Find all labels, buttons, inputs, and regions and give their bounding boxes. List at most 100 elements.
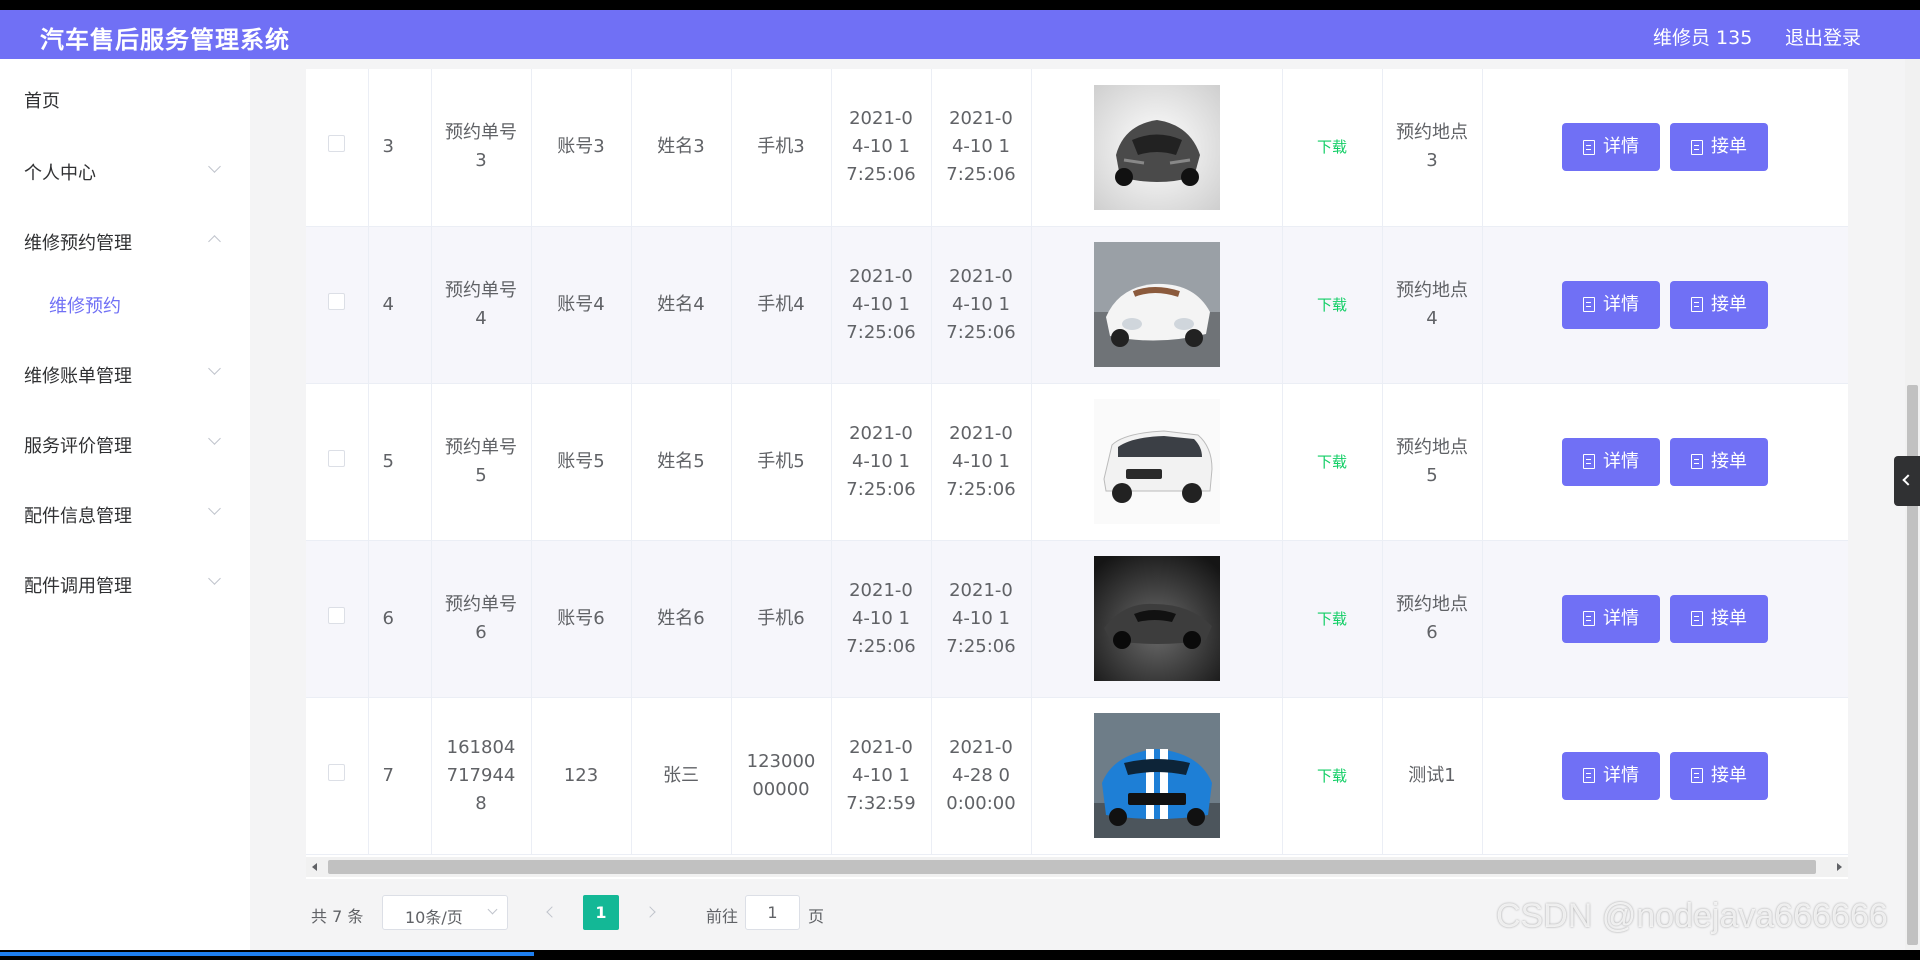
sidebar-item-personal-center[interactable]: 个人中心 — [24, 159, 96, 185]
scroll-right-icon[interactable] — [1837, 863, 1842, 871]
accept-order-button[interactable]: 接单 — [1670, 123, 1768, 172]
document-icon — [1583, 611, 1595, 626]
page-unit-label: 页 — [808, 907, 825, 926]
detail-button[interactable]: 详情 — [1562, 594, 1660, 643]
cell-phone: 手机4 — [731, 226, 832, 384]
cell-time-booked: 2021-04-28 00:00:00 — [931, 697, 1032, 855]
detail-button-label: 详情 — [1603, 450, 1639, 472]
detail-button-label: 详情 — [1603, 293, 1639, 315]
cell-name: 姓名6 — [631, 540, 732, 698]
cell-phone: 手机5 — [731, 383, 832, 541]
cell-image — [1031, 226, 1283, 384]
row-checkbox[interactable] — [328, 292, 346, 310]
sidebar-subitem-repair-booking[interactable]: 维修预约 — [49, 292, 121, 318]
car-image — [1093, 84, 1220, 210]
current-user: 维修员 135 — [1653, 27, 1753, 49]
cell-account: 123 — [531, 697, 632, 855]
horizontal-scrollbar[interactable] — [306, 857, 1848, 877]
detail-button[interactable]: 详情 — [1562, 123, 1660, 172]
row-checkbox[interactable] — [328, 449, 346, 467]
car-image — [1093, 713, 1220, 838]
table-row: 7 1618047179448 123 张三 12300000000 2021-04-10… — [306, 697, 1848, 855]
accept-button-label: 接单 — [1711, 293, 1747, 315]
download-link[interactable]: 下载 — [1317, 138, 1347, 156]
sidebar-item-parts-info-mgmt[interactable]: 配件信息管理 — [24, 502, 132, 528]
cell-image — [1031, 540, 1283, 698]
sidebar-item-service-review-mgmt[interactable]: 服务评价管理 — [24, 432, 132, 458]
accept-button-label: 接单 — [1711, 450, 1747, 472]
car-image — [1093, 556, 1220, 681]
main-content: 3 预约单号3 账号3 姓名3 手机3 2021-04-10 17:25:06 2021-0… — [280, 59, 1848, 950]
cell-location: 预约地点4 — [1382, 226, 1483, 384]
page-size-select[interactable]: 10条/页 — [382, 895, 508, 930]
cell-name: 姓名4 — [631, 226, 732, 384]
download-link[interactable]: 下载 — [1317, 610, 1347, 628]
cell-index: 4 — [368, 226, 432, 384]
detail-button-label: 详情 — [1603, 136, 1639, 158]
app-title: 汽车售后服务管理系统 — [40, 26, 290, 54]
row-checkbox[interactable] — [328, 135, 346, 153]
cell-name: 姓名5 — [631, 383, 732, 541]
page-size-value: 10条/页 — [405, 908, 463, 927]
cell-actions: 详情 接单 — [1482, 540, 1848, 698]
chevron-right-icon — [644, 906, 656, 918]
accept-order-button[interactable]: 接单 — [1670, 437, 1768, 486]
sidebar: 首页 个人中心 维修预约管理 维修预约 维修账单管理 服务评价管理 配件信息管理… — [0, 59, 250, 950]
scrollbar-thumb[interactable] — [328, 860, 1816, 874]
cell-actions: 详情 接单 — [1482, 697, 1848, 855]
detail-button-label: 详情 — [1603, 607, 1639, 629]
document-icon — [1583, 454, 1595, 469]
detail-button[interactable]: 详情 — [1562, 280, 1660, 329]
accept-order-button[interactable]: 接单 — [1670, 280, 1768, 329]
chevron-down-icon — [208, 432, 221, 445]
car-image — [1093, 399, 1220, 524]
download-link[interactable]: 下载 — [1317, 296, 1347, 314]
cell-index: 7 — [368, 697, 432, 855]
next-page-button[interactable] — [634, 895, 670, 930]
cell-index: 6 — [368, 540, 432, 698]
side-panel-toggle[interactable] — [1894, 456, 1920, 506]
sidebar-item-repair-bill-mgmt[interactable]: 维修账单管理 — [24, 362, 132, 388]
sidebar-item-parts-dispatch-mgmt[interactable]: 配件调用管理 — [24, 572, 132, 598]
watermark: CSDN @nodejava666666 — [1496, 897, 1888, 935]
prev-page-button[interactable] — [532, 895, 568, 930]
cell-index: 3 — [368, 69, 432, 227]
detail-button[interactable]: 详情 — [1562, 751, 1660, 800]
chevron-down-icon — [487, 904, 498, 915]
cell-actions: 详情 接单 — [1482, 226, 1848, 384]
cell-time-booked: 2021-04-10 17:25:06 — [931, 69, 1032, 227]
detail-button[interactable]: 详情 — [1562, 437, 1660, 486]
cell-location: 预约地点5 — [1382, 383, 1483, 541]
detail-button-label: 详情 — [1603, 764, 1639, 786]
accept-order-button[interactable]: 接单 — [1670, 751, 1768, 800]
cell-time-submitted: 2021-04-10 17:25:06 — [831, 69, 932, 227]
cell-phone: 手机6 — [731, 540, 832, 698]
cell-download: 下载 — [1282, 697, 1383, 855]
table-row: 6 预约单号6 账号6 姓名6 手机6 2021-04-10 17:25:06 2021-0… — [306, 540, 1848, 698]
cell-order-no: 1618047179448 — [431, 697, 532, 855]
logout-link[interactable]: 退出登录 — [1785, 23, 1861, 50]
chevron-left-icon — [1902, 474, 1914, 486]
goto-page-input[interactable]: 1 — [745, 895, 800, 930]
download-link[interactable]: 下载 — [1317, 453, 1347, 471]
cell-download: 下载 — [1282, 226, 1383, 384]
document-icon — [1691, 297, 1703, 312]
cell-time-submitted: 2021-04-10 17:25:06 — [831, 540, 932, 698]
cell-time-booked: 2021-04-10 17:25:06 — [931, 540, 1032, 698]
app-window: 汽车售后服务管理系统 维修员 135 退出登录 首页 个人中心 维修预约管理 维… — [0, 10, 1920, 950]
table-row: 5 预约单号5 账号5 姓名5 手机5 2021-04-10 17:25:06 2021-0… — [306, 383, 1848, 541]
sidebar-item-home[interactable]: 首页 — [24, 87, 60, 113]
row-checkbox[interactable] — [328, 606, 346, 624]
video-progress-bar — [0, 952, 534, 956]
cell-actions: 详情 接单 — [1482, 69, 1848, 227]
page-number-current[interactable]: 1 — [583, 895, 619, 930]
sidebar-item-repair-booking-mgmt[interactable]: 维修预约管理 — [24, 229, 132, 255]
download-link[interactable]: 下载 — [1317, 767, 1347, 785]
scroll-left-icon[interactable] — [312, 863, 317, 871]
row-checkbox[interactable] — [328, 763, 346, 781]
cell-location: 测试1 — [1382, 697, 1483, 855]
accept-button-label: 接单 — [1711, 764, 1747, 786]
document-icon — [1691, 454, 1703, 469]
car-image — [1093, 242, 1220, 367]
accept-order-button[interactable]: 接单 — [1670, 594, 1768, 643]
